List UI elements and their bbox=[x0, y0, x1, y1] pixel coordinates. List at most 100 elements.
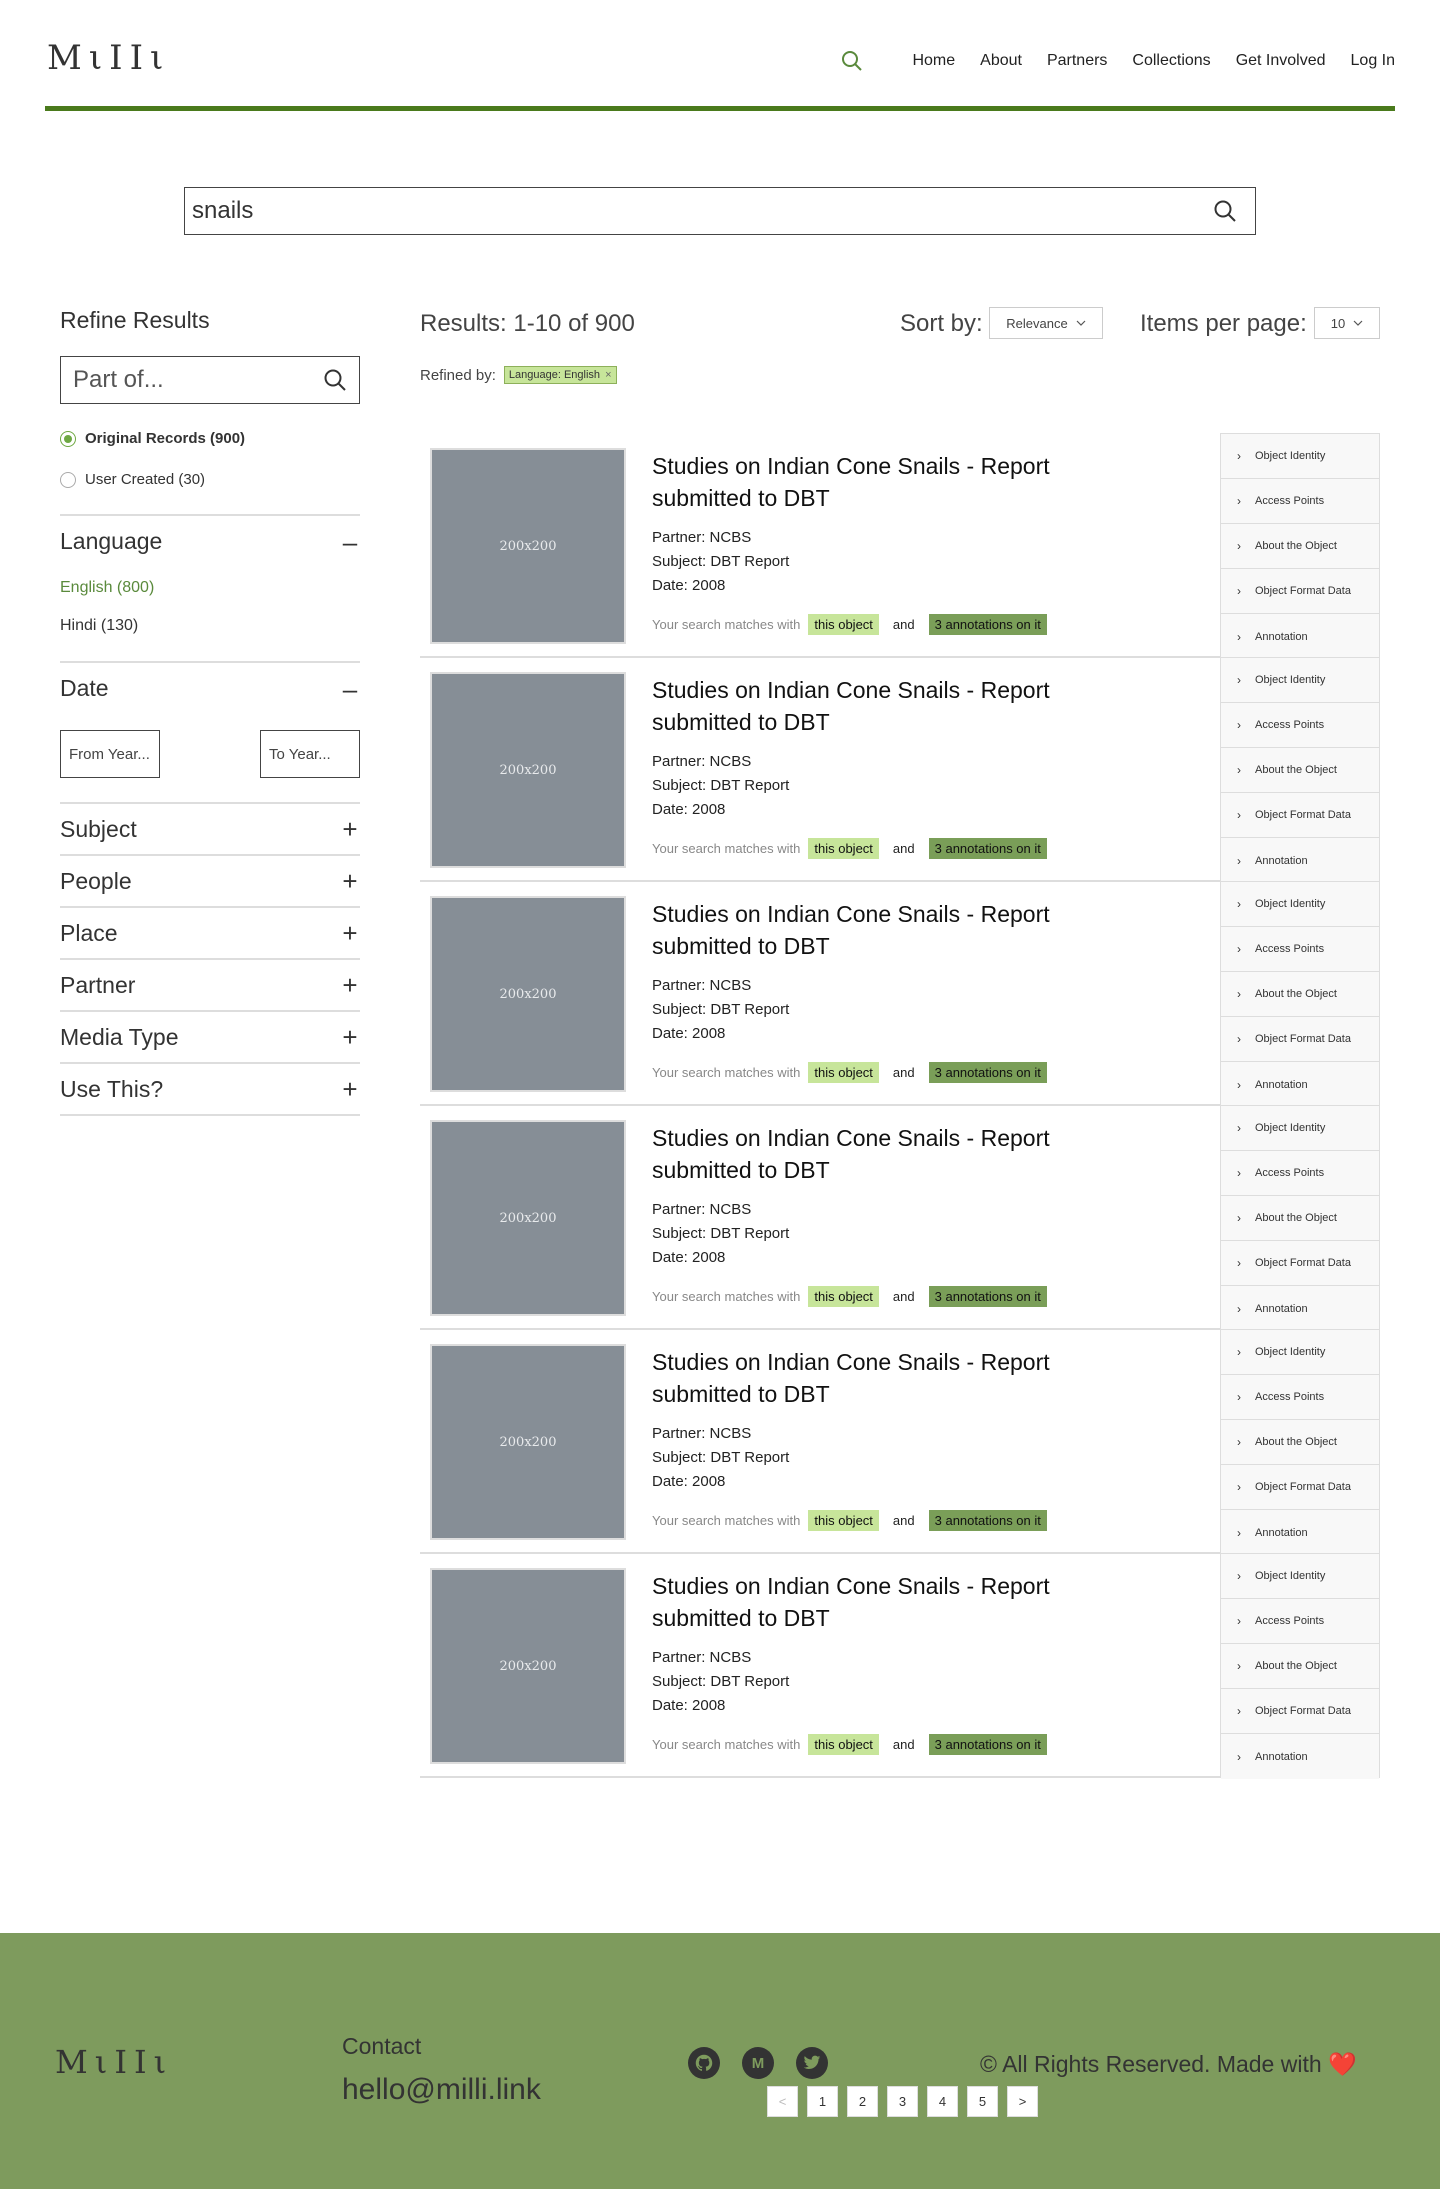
accordion-access-points[interactable]: › Access Points bbox=[1221, 927, 1379, 972]
match-annotations-link[interactable]: 3 annotations on it bbox=[928, 614, 1047, 635]
radio-selected[interactable] bbox=[60, 430, 76, 447]
accordion-object-format-data[interactable]: › Object Format Data bbox=[1221, 793, 1379, 838]
result-title[interactable]: Studies on Indian Cone Snails - Report s… bbox=[652, 1122, 1122, 1186]
accordion-access-points[interactable]: › Access Points bbox=[1221, 1599, 1379, 1644]
accordion-annotation[interactable]: › Annotation bbox=[1221, 1062, 1379, 1107]
match-object-link[interactable]: this object bbox=[808, 838, 879, 859]
result-title[interactable]: Studies on Indian Cone Snails - Report s… bbox=[652, 898, 1122, 962]
match-annotations-link[interactable]: 3 annotations on it bbox=[928, 1286, 1047, 1307]
filter-tag[interactable]: Language: English × bbox=[503, 366, 617, 384]
medium-icon[interactable]: M bbox=[742, 2047, 774, 2079]
items-per-page-dropdown[interactable]: 10 bbox=[1314, 307, 1380, 339]
result-thumbnail[interactable]: 200x200 bbox=[430, 1120, 626, 1316]
nav-partners[interactable]: Partners bbox=[1047, 52, 1107, 70]
expand-icon[interactable]: + bbox=[340, 868, 360, 894]
match-object-link[interactable]: this object bbox=[808, 1062, 879, 1083]
result-title[interactable]: Studies on Indian Cone Snails - Report s… bbox=[652, 1346, 1122, 1410]
collapse-icon[interactable]: – bbox=[340, 676, 360, 702]
search-input[interactable] bbox=[185, 197, 1195, 225]
result-title[interactable]: Studies on Indian Cone Snails - Report s… bbox=[652, 1570, 1122, 1634]
accordion-object-identity[interactable]: › Object Identity bbox=[1221, 1106, 1379, 1151]
facet-language-header[interactable]: Language – bbox=[60, 528, 360, 555]
accordion-object-identity[interactable]: › Object Identity bbox=[1221, 1330, 1379, 1375]
match-annotations-link[interactable]: 3 annotations on it bbox=[928, 1062, 1047, 1083]
result-title[interactable]: Studies on Indian Cone Snails - Report s… bbox=[652, 674, 1122, 738]
record-type-user[interactable]: User Created (30) bbox=[60, 471, 360, 488]
from-year-input[interactable]: From Year... bbox=[60, 730, 160, 778]
footer-logo[interactable]: MιIIι bbox=[55, 2043, 173, 2081]
accordion-object-identity[interactable]: › Object Identity bbox=[1221, 658, 1379, 703]
accordion-access-points[interactable]: › Access Points bbox=[1221, 1375, 1379, 1420]
match-object-link[interactable]: this object bbox=[808, 614, 879, 635]
accordion-about-the-object[interactable]: › About the Object bbox=[1221, 1644, 1379, 1689]
expand-icon[interactable]: + bbox=[340, 972, 360, 998]
match-annotations-link[interactable]: 3 annotations on it bbox=[928, 1734, 1047, 1755]
page-button[interactable]: 4 bbox=[927, 2086, 958, 2117]
accordion-about-the-object[interactable]: › About the Object bbox=[1221, 748, 1379, 793]
accordion-about-the-object[interactable]: › About the Object bbox=[1221, 1420, 1379, 1465]
facet-date-header[interactable]: Date – bbox=[60, 675, 360, 702]
accordion-about-the-object[interactable]: › About the Object bbox=[1221, 524, 1379, 569]
expand-icon[interactable]: + bbox=[340, 920, 360, 946]
accordion-object-format-data[interactable]: › Object Format Data bbox=[1221, 1465, 1379, 1510]
expand-icon[interactable]: + bbox=[340, 816, 360, 842]
prev-page-button[interactable]: < bbox=[767, 2086, 798, 2117]
nav-about[interactable]: About bbox=[980, 52, 1022, 70]
page-button[interactable]: 2 bbox=[847, 2086, 878, 2117]
language-option-hindi[interactable]: Hindi (130) bbox=[60, 617, 360, 635]
accordion-object-format-data[interactable]: › Object Format Data bbox=[1221, 569, 1379, 614]
accordion-about-the-object[interactable]: › About the Object bbox=[1221, 972, 1379, 1017]
nav-collections[interactable]: Collections bbox=[1132, 52, 1210, 70]
accordion-access-points[interactable]: › Access Points bbox=[1221, 703, 1379, 748]
twitter-icon[interactable] bbox=[796, 2047, 828, 2079]
result-thumbnail[interactable]: 200x200 bbox=[430, 672, 626, 868]
github-icon[interactable] bbox=[688, 2047, 720, 2079]
match-annotations-link[interactable]: 3 annotations on it bbox=[928, 1510, 1047, 1531]
search-icon[interactable] bbox=[1195, 199, 1255, 223]
accordion-annotation[interactable]: › Annotation bbox=[1221, 1734, 1379, 1779]
search-icon[interactable] bbox=[839, 48, 865, 74]
accordion-access-points[interactable]: › Access Points bbox=[1221, 479, 1379, 524]
result-thumbnail[interactable]: 200x200 bbox=[430, 1344, 626, 1540]
accordion-annotation[interactable]: › Annotation bbox=[1221, 1286, 1379, 1331]
language-option-english[interactable]: English (800) bbox=[60, 579, 360, 597]
page-button[interactable]: 5 bbox=[967, 2086, 998, 2117]
to-year-input[interactable]: To Year... bbox=[260, 730, 360, 778]
accordion-object-format-data[interactable]: › Object Format Data bbox=[1221, 1241, 1379, 1286]
part-of-field[interactable]: Part of... bbox=[60, 356, 360, 404]
nav-log-in[interactable]: Log In bbox=[1351, 52, 1395, 70]
next-page-button[interactable]: > bbox=[1007, 2086, 1038, 2117]
facet-media-type[interactable]: Media Type + bbox=[60, 1012, 360, 1064]
match-object-link[interactable]: this object bbox=[808, 1286, 879, 1307]
accordion-annotation[interactable]: › Annotation bbox=[1221, 614, 1379, 659]
result-thumbnail[interactable]: 200x200 bbox=[430, 448, 626, 644]
radio-unselected[interactable] bbox=[60, 471, 76, 488]
facet-use-this[interactable]: Use This? + bbox=[60, 1064, 360, 1116]
facet-people[interactable]: People + bbox=[60, 856, 360, 908]
close-icon[interactable]: × bbox=[605, 369, 611, 381]
page-button[interactable]: 1 bbox=[807, 2086, 838, 2117]
record-type-original[interactable]: Original Records (900) bbox=[60, 430, 360, 447]
accordion-object-identity[interactable]: › Object Identity bbox=[1221, 1554, 1379, 1599]
nav-home[interactable]: Home bbox=[912, 52, 955, 70]
accordion-object-identity[interactable]: › Object Identity bbox=[1221, 882, 1379, 927]
expand-icon[interactable]: + bbox=[340, 1076, 360, 1102]
result-thumbnail[interactable]: 200x200 bbox=[430, 1568, 626, 1764]
page-button[interactable]: 3 bbox=[887, 2086, 918, 2117]
facet-place[interactable]: Place + bbox=[60, 908, 360, 960]
match-annotations-link[interactable]: 3 annotations on it bbox=[928, 838, 1047, 859]
accordion-object-identity[interactable]: › Object Identity bbox=[1221, 434, 1379, 479]
sort-dropdown[interactable]: Relevance bbox=[989, 307, 1103, 339]
accordion-annotation[interactable]: › Annotation bbox=[1221, 838, 1379, 883]
facet-subject[interactable]: Subject + bbox=[60, 804, 360, 856]
accordion-about-the-object[interactable]: › About the Object bbox=[1221, 1196, 1379, 1241]
match-object-link[interactable]: this object bbox=[808, 1510, 879, 1531]
accordion-object-format-data[interactable]: › Object Format Data bbox=[1221, 1689, 1379, 1734]
expand-icon[interactable]: + bbox=[340, 1024, 360, 1050]
collapse-icon[interactable]: – bbox=[340, 529, 360, 555]
site-logo[interactable]: MιIIι bbox=[47, 38, 170, 78]
result-title[interactable]: Studies on Indian Cone Snails - Report s… bbox=[652, 450, 1122, 514]
search-icon[interactable] bbox=[323, 368, 347, 392]
accordion-annotation[interactable]: › Annotation bbox=[1221, 1510, 1379, 1555]
accordion-access-points[interactable]: › Access Points bbox=[1221, 1151, 1379, 1196]
